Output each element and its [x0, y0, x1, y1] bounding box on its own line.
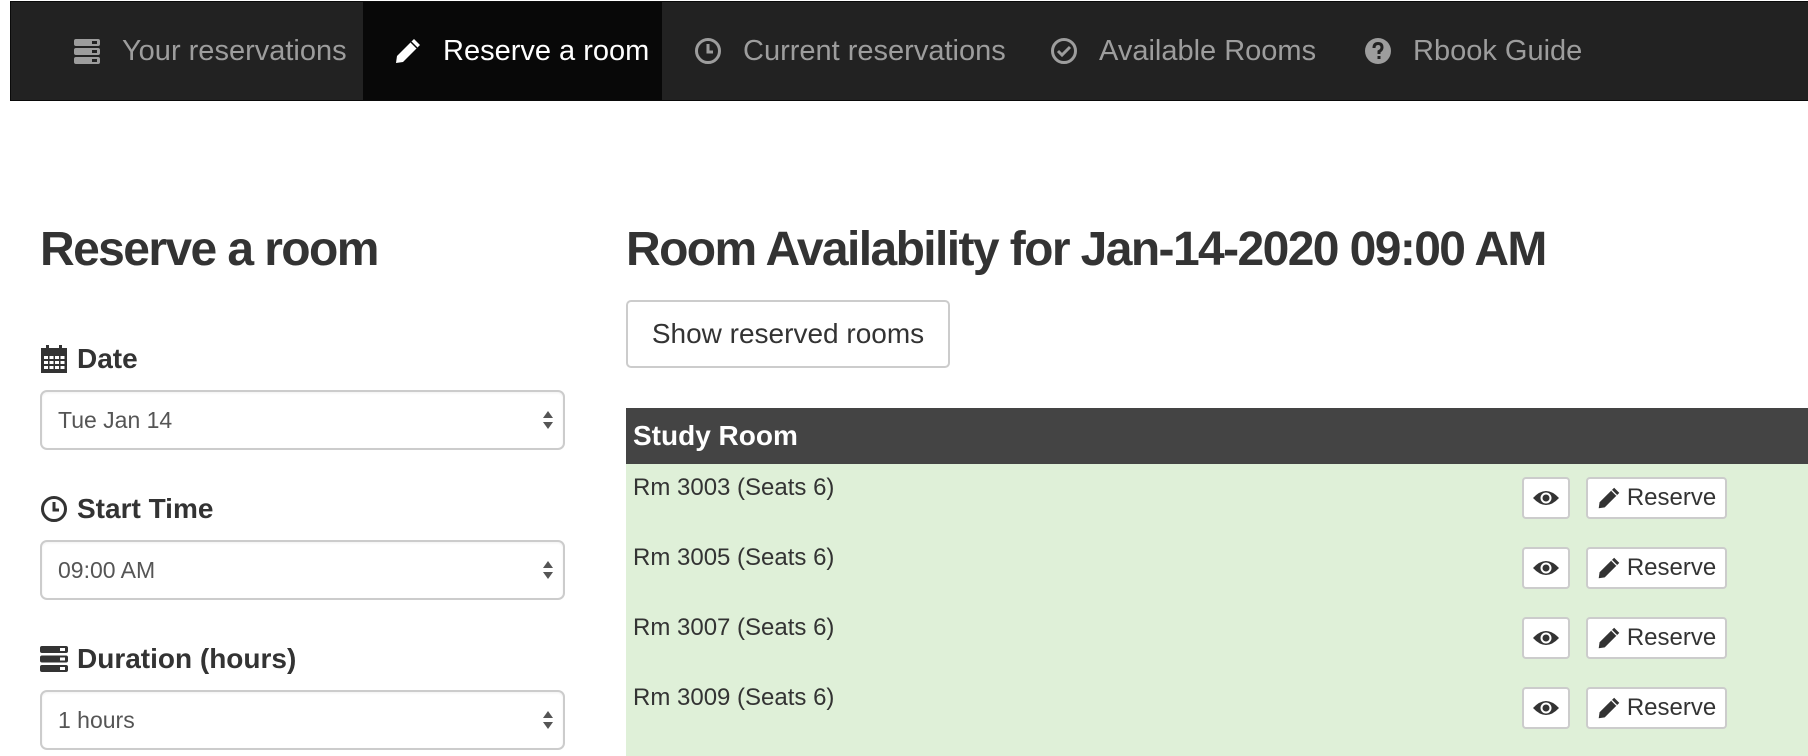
reserve-button[interactable]: Reserve: [1586, 617, 1727, 659]
pencil-icon: [1597, 486, 1621, 510]
eye-icon: [1533, 561, 1559, 575]
question-circle-icon: [1363, 36, 1393, 66]
table-header: Study Room: [626, 408, 1808, 464]
page-title: Reserve a room: [40, 223, 379, 276]
pencil-icon: [1597, 556, 1621, 580]
pencil-icon: [1597, 696, 1621, 720]
pencil-icon: [393, 36, 423, 66]
nav-label: Your reservations: [122, 34, 347, 67]
eye-icon: [1533, 631, 1559, 645]
nav-reserve-a-room[interactable]: Reserve a room: [363, 2, 662, 100]
room-name: Rm 3005 (Seats 6): [633, 544, 835, 571]
nav-rbook-guide[interactable]: Rbook Guide: [1324, 2, 1584, 100]
duration-label: Duration (hours): [40, 645, 296, 673]
eye-icon: [1533, 491, 1559, 505]
server-icon: [40, 645, 68, 673]
nav-label: Reserve a room: [443, 34, 650, 67]
nav-your-reservations[interactable]: Your reservations: [11, 2, 363, 100]
show-reserved-rooms-button[interactable]: Show reserved rooms: [626, 300, 950, 368]
room-table: Study Room Rm 3003 (Seats 6) Reserve Rm …: [626, 408, 1808, 756]
check-circle-icon: [1049, 36, 1079, 66]
room-name: Rm 3009 (Seats 6): [633, 684, 835, 711]
nav-label: Rbook Guide: [1413, 34, 1583, 67]
eye-icon: [1533, 701, 1559, 715]
table-body: Rm 3003 (Seats 6) Reserve Rm 3005 (Seats…: [626, 464, 1808, 756]
duration-select[interactable]: 1 hours: [40, 690, 565, 750]
start-time-select[interactable]: 09:00 AM: [40, 540, 565, 600]
reserve-button[interactable]: Reserve: [1586, 477, 1727, 519]
clock-icon: [693, 36, 723, 66]
room-name: Rm 3007 (Seats 6): [633, 614, 835, 641]
select-arrows-icon: [541, 557, 555, 583]
top-navbar: Your reservations Reserve a room Current…: [10, 1, 1808, 101]
table-row: Rm 3009 (Seats 6) Reserve: [626, 674, 1808, 744]
nav-current-reservations[interactable]: Current reservations: [662, 2, 1014, 100]
clock-icon: [40, 495, 68, 523]
table-row: Rm 3003 (Seats 6) Reserve: [626, 464, 1808, 534]
view-room-button[interactable]: [1522, 687, 1570, 729]
view-room-button[interactable]: [1522, 617, 1570, 659]
view-room-button[interactable]: [1522, 477, 1570, 519]
date-label: Date: [40, 345, 138, 373]
date-select[interactable]: Tue Jan 14: [40, 390, 565, 450]
start-time-label: Start Time: [40, 495, 213, 523]
reserve-button[interactable]: Reserve: [1586, 687, 1727, 729]
table-row: Rm 3005 (Seats 6) Reserve: [626, 534, 1808, 604]
availability-title: Room Availability for Jan-14-2020 09:00 …: [626, 223, 1547, 276]
nav-label: Current reservations: [743, 34, 1006, 67]
room-name: Rm 3003 (Seats 6): [633, 474, 835, 501]
table-row: Rm 3007 (Seats 6) Reserve: [626, 604, 1808, 674]
server-icon: [72, 36, 102, 66]
pencil-icon: [1597, 626, 1621, 650]
select-arrows-icon: [541, 707, 555, 733]
calendar-icon: [40, 345, 68, 373]
nav-available-rooms[interactable]: Available Rooms: [1014, 2, 1324, 100]
reserve-button[interactable]: Reserve: [1586, 547, 1727, 589]
view-room-button[interactable]: [1522, 547, 1570, 589]
select-arrows-icon: [541, 407, 555, 433]
nav-label: Available Rooms: [1099, 34, 1317, 67]
